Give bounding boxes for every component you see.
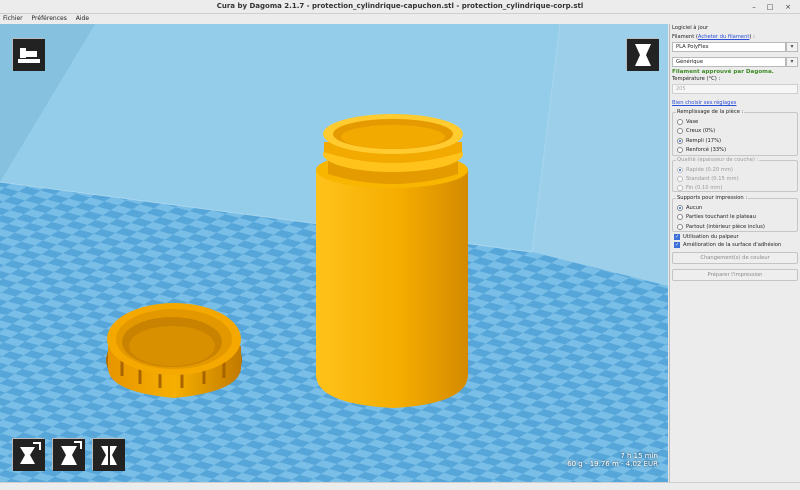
menu-bar: Fichier Préférences Aide — [0, 14, 800, 24]
radio-icon — [677, 119, 683, 125]
open-file-icon — [13, 39, 45, 71]
radio-label: Fin (0.10 mm) — [686, 185, 723, 191]
radio-selected-icon — [677, 167, 683, 173]
radio-label: Creux (0%) — [686, 128, 716, 134]
status-bar — [0, 482, 800, 490]
checkbox-label: Amélioration de la surface d'adhésion — [683, 242, 782, 248]
mirror-icon — [93, 439, 125, 471]
jar-model — [316, 114, 468, 408]
infill-group: Remplissage de la pièce : Vase Creux (0%… — [672, 109, 798, 156]
minimize-button[interactable]: – — [749, 2, 759, 12]
rotate-icon — [13, 439, 45, 471]
radio-icon — [677, 185, 683, 191]
support-group: Supports pour impression : Aucun Parties… — [672, 195, 798, 232]
radio-icon — [677, 224, 683, 230]
menu-preferences[interactable]: Préférences — [32, 14, 67, 24]
close-button[interactable]: × — [783, 2, 793, 12]
filament-approved-text: Filament approuvé par Dagoma. — [672, 69, 774, 75]
radio-label: Partout (intérieur pièce inclus) — [686, 224, 765, 230]
print-estimate: 7 h 15 min 60 g - 19.76 m - 4.02 EUR — [567, 452, 658, 468]
radio-label: Aucun — [686, 205, 703, 211]
prepare-print-button[interactable]: Préparer l'impression — [672, 269, 798, 281]
scene-canvas — [0, 24, 668, 482]
temperature-label: Température (°C) : — [672, 76, 721, 82]
chevron-down-icon[interactable]: ▾ — [786, 42, 798, 52]
small-object — [504, 304, 516, 310]
checkmark-icon: ✓ — [674, 234, 680, 240]
filament-label-suffix: ) : — [749, 34, 755, 40]
maximize-button[interactable]: □ — [765, 2, 775, 12]
radio-icon — [677, 214, 683, 220]
view-mode-icon — [627, 39, 659, 71]
cap-model — [106, 303, 242, 398]
scale-icon — [53, 439, 85, 471]
checkmark-icon: ✓ — [674, 242, 680, 248]
filament-label: Filament (Acheter du filament) : — [672, 34, 798, 40]
infill-title: Remplissage de la pièce : — [676, 109, 745, 115]
radio-label: Standard (0.15 mm) — [686, 176, 739, 182]
print-stats: 60 g - 19.76 m - 4.02 EUR — [567, 460, 658, 468]
mirror-button[interactable] — [92, 438, 125, 471]
update-status: Logiciel à jour — [672, 25, 709, 31]
radio-label: Rapide (0.20 mm) — [686, 167, 733, 173]
settings-sidebar: Logiciel à jour Filament (Acheter du fil… — [669, 24, 800, 482]
radio-label: Vase — [686, 119, 699, 125]
quality-group: Qualité (épaisseur de couche) : Rapide (… — [672, 157, 798, 192]
radio-label: Parties touchant le plateau — [686, 214, 756, 220]
color-change-button[interactable]: Changement(s) de couleur — [672, 252, 798, 264]
rotate-button[interactable] — [12, 438, 45, 471]
radio-icon — [677, 147, 683, 153]
radio-icon — [677, 128, 683, 134]
radio-label: Rempli (17%) — [686, 138, 722, 144]
window-title: Cura by Dagoma 2.1.7 - protection_cylind… — [216, 2, 584, 10]
radio-label: Renforcé (33%) — [686, 147, 727, 153]
filament-select[interactable]: PLA PolyFlex — [672, 42, 786, 52]
settings-help-link[interactable]: Bien choisir ses réglages — [672, 100, 798, 106]
chevron-down-icon[interactable]: ▾ — [786, 57, 798, 67]
filament-variant-select[interactable]: Générique — [672, 57, 786, 67]
menu-file[interactable]: Fichier — [3, 14, 23, 24]
view-mode-button[interactable] — [626, 38, 659, 71]
filament-label-prefix: Filament ( — [672, 34, 698, 40]
print-time: 7 h 15 min — [620, 452, 658, 460]
open-file-button[interactable] — [12, 38, 45, 71]
radio-selected-icon — [677, 138, 683, 144]
buy-filament-link[interactable]: Acheter du filament — [698, 34, 749, 40]
menu-help[interactable]: Aide — [76, 14, 89, 24]
3d-viewport[interactable]: 7 h 15 min 60 g - 19.76 m - 4.02 EUR — [0, 24, 668, 482]
scale-button[interactable] — [52, 438, 85, 471]
support-title: Supports pour impression : — [676, 195, 749, 201]
temperature-field[interactable]: 205 — [672, 84, 798, 94]
window-titlebar: Cura by Dagoma 2.1.7 - protection_cylind… — [0, 0, 800, 14]
checkbox-label: Utilisation du palpeur — [683, 234, 739, 240]
quality-title: Qualité (épaisseur de couche) : — [676, 157, 760, 163]
radio-icon — [677, 176, 683, 182]
radio-selected-icon — [677, 205, 683, 211]
